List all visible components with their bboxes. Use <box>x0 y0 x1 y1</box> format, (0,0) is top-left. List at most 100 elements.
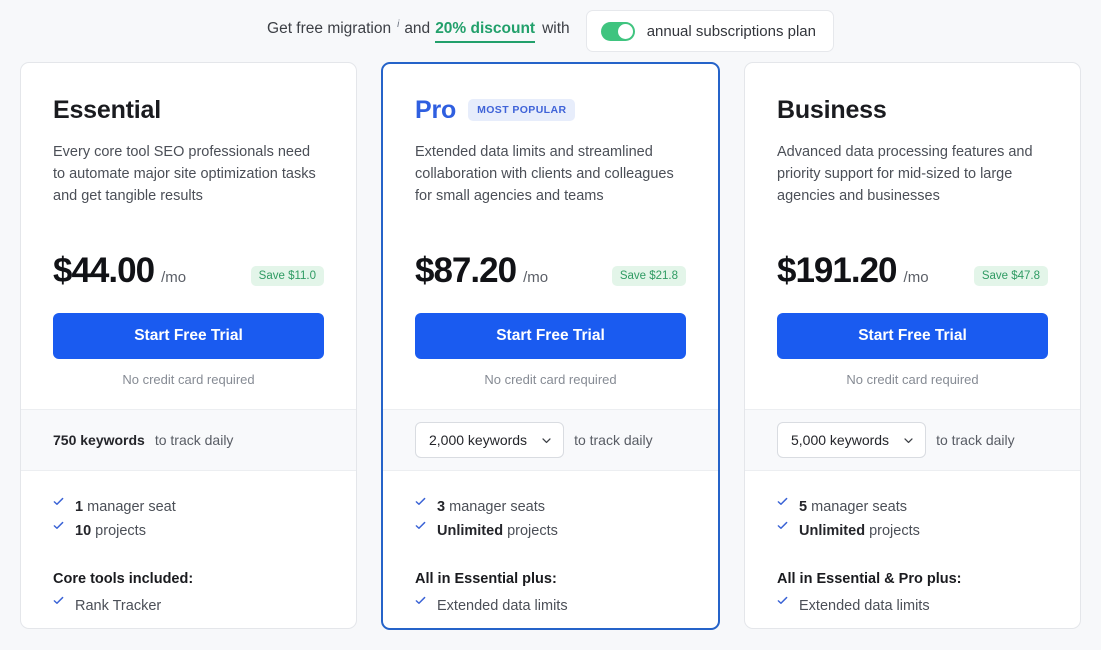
chevron-down-icon <box>903 435 914 446</box>
check-icon <box>415 496 426 507</box>
plan-price: $44.00 <box>53 251 155 290</box>
feature-seats: 1 manager seat <box>53 495 324 519</box>
plan-header: Business <box>777 93 1048 127</box>
feature-seats: 3 manager seats <box>415 495 686 519</box>
plan-description: Advanced data processing features and pr… <box>777 144 1033 204</box>
promo-bar: Get free migration i and 20% discount wit… <box>0 0 1101 62</box>
card-body: Pro MOST POPULAR Extended data limits an… <box>383 64 718 409</box>
most-popular-badge: MOST POPULAR <box>468 99 576 121</box>
save-badge: Save $47.8 <box>973 266 1048 286</box>
chevron-down-icon <box>541 435 552 446</box>
keywords-strip: 750 keywords to track daily <box>21 409 356 471</box>
cta-note: No credit card required <box>846 372 979 387</box>
check-icon <box>777 496 788 507</box>
plan-description: Extended data limits and streamlined col… <box>415 144 674 204</box>
plan-price-period: /mo <box>161 269 187 286</box>
pricing-card-pro: Pro MOST POPULAR Extended data limits an… <box>381 62 720 630</box>
promo-with-text: with <box>542 19 570 37</box>
card-body: Essential Every core tool SEO profession… <box>21 63 356 409</box>
features-list: 5 manager seats Unlimited projects All i… <box>745 471 1080 628</box>
feature-projects: Unlimited projects <box>415 519 686 543</box>
plan-price: $87.20 <box>415 251 517 290</box>
features-list: 1 manager seat 10 projects Core tools in… <box>21 471 356 628</box>
annual-plan-toggle-box[interactable]: annual subscriptions plan <box>585 10 834 52</box>
feature-projects-text: 10 projects <box>75 519 146 543</box>
switch-knob <box>617 23 633 39</box>
check-icon <box>777 520 788 531</box>
annual-plan-toggle-label: annual subscriptions plan <box>646 22 816 40</box>
feature-projects-text: Unlimited projects <box>799 519 920 543</box>
feature-item-label: Rank Tracker <box>75 598 162 614</box>
annual-plan-switch[interactable] <box>600 21 635 41</box>
feature-projects-count: Unlimited <box>437 523 504 539</box>
keywords-select-value: 2,000 keywords <box>429 432 528 448</box>
save-badge: Save $21.8 <box>611 266 686 286</box>
check-icon <box>415 520 426 531</box>
feature-seats-count: 1 <box>75 499 84 515</box>
plan-price: $191.20 <box>777 251 898 290</box>
plan-price-period: /mo <box>523 269 549 286</box>
plan-price-period: /mo <box>903 269 929 286</box>
price-row: $87.20 /mo Save $21.8 <box>415 251 686 297</box>
keywords-strip: 5,000 keywords to track daily <box>745 409 1080 471</box>
feature-seats-text: 3 manager seats <box>437 495 545 519</box>
promo-discount-text: 20% discount <box>435 20 536 43</box>
start-free-trial-button[interactable]: Start Free Trial <box>415 313 686 359</box>
pricing-card-essential: Essential Every core tool SEO profession… <box>20 62 357 629</box>
feature-seats-label: manager seats <box>449 499 546 515</box>
check-icon <box>53 595 64 606</box>
plan-description: Every core tool SEO professionals need t… <box>53 144 316 204</box>
keywords-count: 750 keywords <box>53 432 145 448</box>
cta-note: No credit card required <box>484 372 617 387</box>
feature-seats-count: 5 <box>799 499 808 515</box>
feature-projects-label: projects <box>869 523 920 539</box>
price-row: $191.20 /mo Save $47.8 <box>777 251 1048 297</box>
feature-group-title: All in Essential & Pro plus: <box>777 571 962 587</box>
keywords-select[interactable]: 5,000 keywords <box>777 422 927 458</box>
pricing-cards-row: Essential Every core tool SEO profession… <box>0 62 1101 630</box>
promo-info-marker[interactable]: i <box>397 19 399 30</box>
features-list: 3 manager seats Unlimited projects All i… <box>383 471 718 628</box>
promo-text: Get free migration i and 20% discount wit… <box>267 19 570 43</box>
check-icon <box>777 595 788 606</box>
feature-projects-label: projects <box>95 523 146 539</box>
plan-name: Pro <box>415 95 457 124</box>
feature-seats-label: manager seat <box>87 499 176 515</box>
feature-projects-count: Unlimited <box>799 523 866 539</box>
feature-item: Extended data limits <box>777 594 1048 618</box>
feature-seats-text: 1 manager seat <box>75 495 176 519</box>
promo-and-text: and <box>404 19 431 37</box>
feature-projects-label: projects <box>507 523 558 539</box>
feature-seats-count: 3 <box>437 499 446 515</box>
check-icon <box>415 595 426 606</box>
feature-item: Extended data limits <box>415 594 686 618</box>
start-free-trial-button[interactable]: Start Free Trial <box>53 313 324 359</box>
start-free-trial-button[interactable]: Start Free Trial <box>777 313 1048 359</box>
feature-projects: Unlimited projects <box>777 519 1048 543</box>
plan-header: Pro MOST POPULAR <box>415 93 686 127</box>
feature-projects-count: 10 <box>75 523 92 539</box>
keywords-static-value: 750 keywords <box>53 432 145 448</box>
feature-group-title: All in Essential plus: <box>415 571 557 587</box>
save-badge: Save $11.0 <box>250 266 324 286</box>
keywords-select-value: 5,000 keywords <box>791 432 890 448</box>
keywords-suffix: to track daily <box>154 432 234 448</box>
check-icon <box>53 496 64 507</box>
card-body: Business Advanced data processing featur… <box>745 63 1080 409</box>
keywords-select[interactable]: 2,000 keywords <box>415 422 565 458</box>
pricing-card-business: Business Advanced data processing featur… <box>744 62 1081 629</box>
check-icon <box>53 520 64 531</box>
feature-item-label: Extended data limits <box>437 598 568 614</box>
keywords-strip: 2,000 keywords to track daily <box>383 409 718 471</box>
feature-item: Rank Tracker <box>53 594 324 618</box>
keywords-suffix: to track daily <box>574 432 653 448</box>
plan-header: Essential <box>53 93 324 127</box>
feature-seats-text: 5 manager seats <box>799 495 907 519</box>
feature-seats: 5 manager seats <box>777 495 1048 519</box>
feature-projects: 10 projects <box>53 519 324 543</box>
price-row: $44.00 /mo Save $11.0 <box>53 251 324 297</box>
feature-projects-text: Unlimited projects <box>437 519 558 543</box>
promo-lead-text: Get free migration <box>267 19 392 37</box>
feature-group-title: Core tools included: <box>53 571 194 587</box>
keywords-suffix: to track daily <box>936 432 1015 448</box>
